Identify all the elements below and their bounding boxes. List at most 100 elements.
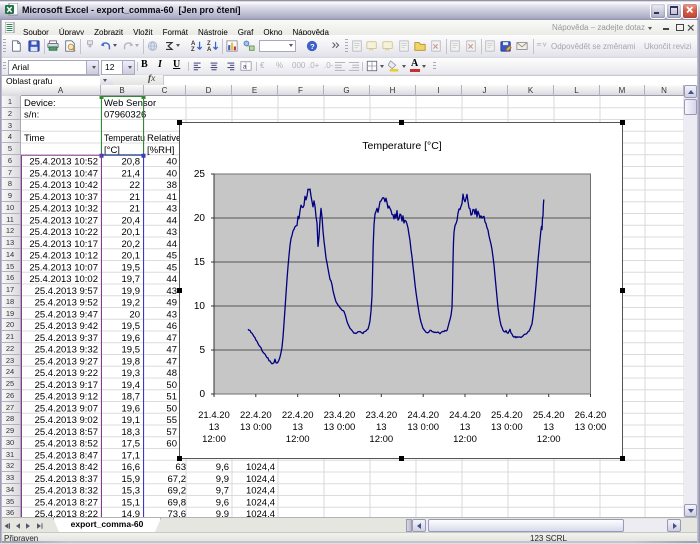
svg-text:25.4.2013 8:57: 25.4.2013 8:57 (35, 427, 98, 438)
svg-text:19,2: 19,2 (122, 298, 141, 309)
svg-text:25.4.2013 9:47: 25.4.2013 9:47 (35, 309, 98, 320)
svg-text:25.4.20: 25.4.20 (491, 410, 523, 421)
svg-text:40: 40 (166, 157, 177, 168)
svg-text:45: 45 (166, 262, 177, 273)
svg-text:22.4.20: 22.4.20 (282, 410, 314, 421)
svg-text:50: 50 (166, 403, 177, 414)
svg-text:44: 44 (166, 215, 177, 226)
svg-text:44: 44 (166, 274, 177, 285)
svg-text:19,1: 19,1 (122, 415, 141, 426)
svg-text:13: 13 (209, 422, 220, 433)
svg-text:[%RH]: [%RH] (147, 145, 174, 156)
svg-text:5: 5 (199, 345, 205, 356)
svg-text:22.4.20: 22.4.20 (240, 410, 272, 421)
svg-text:69,8: 69,8 (168, 497, 187, 508)
svg-text:20: 20 (129, 309, 140, 320)
svg-text:13 0:00: 13 0:00 (575, 422, 607, 433)
svg-text:1024,4: 1024,4 (246, 462, 275, 473)
svg-text:25.4.2013 10:47: 25.4.2013 10:47 (29, 168, 98, 179)
svg-text:Z: Z (191, 47, 195, 52)
svg-text:17,1: 17,1 (122, 450, 141, 461)
svg-text:19,6: 19,6 (122, 403, 141, 414)
svg-text:Temperature [°C]: Temperature [°C] (362, 140, 442, 152)
svg-text:19,5: 19,5 (122, 345, 141, 356)
svg-text:18,7: 18,7 (122, 392, 141, 403)
svg-text:Web Sensor: Web Sensor (104, 98, 156, 109)
svg-text:67,2: 67,2 (168, 474, 187, 485)
svg-text:25.4.2013 8:37: 25.4.2013 8:37 (35, 474, 98, 485)
svg-text:25.4.2013 9:02: 25.4.2013 9:02 (35, 415, 98, 426)
svg-text:25.4.2013 10:42: 25.4.2013 10:42 (29, 180, 98, 191)
svg-text:13 0:00: 13 0:00 (491, 422, 523, 433)
svg-text:15: 15 (194, 257, 206, 268)
svg-text:18,3: 18,3 (122, 427, 141, 438)
svg-text:19,5: 19,5 (122, 262, 141, 273)
svg-text:25: 25 (194, 169, 206, 180)
svg-text:40: 40 (166, 168, 177, 179)
svg-text:9,9: 9,9 (216, 474, 229, 485)
svg-text:25.4.2013 10:27: 25.4.2013 10:27 (29, 215, 98, 226)
svg-text:25.4.2013 9:27: 25.4.2013 9:27 (35, 356, 98, 367)
svg-text:07960326: 07960326 (104, 110, 146, 121)
svg-text:22: 22 (129, 180, 140, 191)
svg-text:47: 47 (166, 345, 177, 356)
svg-text:1024,4: 1024,4 (246, 474, 275, 485)
svg-text:60: 60 (166, 439, 177, 450)
svg-text:25.4.2013 8:27: 25.4.2013 8:27 (35, 497, 98, 508)
svg-text:21.4.20: 21.4.20 (198, 410, 230, 421)
svg-text:41: 41 (166, 192, 177, 203)
svg-text:12:00: 12:00 (202, 434, 226, 445)
svg-text:63: 63 (175, 462, 186, 473)
svg-text:20,1: 20,1 (122, 251, 141, 262)
svg-text:s/n:: s/n: (24, 110, 39, 121)
svg-text:13: 13 (543, 422, 554, 433)
svg-text:25.4.2013 9:52: 25.4.2013 9:52 (35, 298, 98, 309)
svg-text:43: 43 (166, 286, 177, 297)
svg-text:Device:: Device: (24, 98, 56, 109)
svg-text:16,6: 16,6 (122, 462, 141, 473)
svg-text:19,5: 19,5 (122, 321, 141, 332)
svg-text:25.4.2013 10:02: 25.4.2013 10:02 (29, 274, 98, 285)
svg-text:55: 55 (166, 415, 177, 426)
svg-text:25.4.2013 8:32: 25.4.2013 8:32 (35, 486, 98, 497)
svg-text:25.4.2013 8:47: 25.4.2013 8:47 (35, 450, 98, 461)
svg-text:43: 43 (166, 204, 177, 215)
svg-text:19,9: 19,9 (122, 286, 141, 297)
svg-text:a: a (243, 64, 247, 71)
svg-text:14,9: 14,9 (122, 509, 141, 517)
svg-text:25.4.2013 8:52: 25.4.2013 8:52 (35, 439, 98, 450)
svg-text:24.4.20: 24.4.20 (407, 410, 439, 421)
svg-text:1024,4: 1024,4 (246, 497, 275, 508)
svg-text:A: A (191, 41, 196, 47)
svg-text:24.4.20: 24.4.20 (449, 410, 481, 421)
svg-text:?: ? (310, 42, 315, 51)
svg-text:25.4.2013 9:17: 25.4.2013 9:17 (35, 380, 98, 391)
svg-text:25.4.2013 10:37: 25.4.2013 10:37 (29, 192, 98, 203)
svg-text:9,6: 9,6 (216, 462, 229, 473)
svg-text:21: 21 (129, 192, 140, 203)
svg-text:25.4.2013 9:22: 25.4.2013 9:22 (35, 368, 98, 379)
svg-text:38: 38 (166, 180, 177, 191)
svg-text:51: 51 (166, 392, 177, 403)
svg-text:12:00: 12:00 (453, 434, 477, 445)
svg-text:1024,4: 1024,4 (246, 486, 275, 497)
svg-text:25.4.2013 9:12: 25.4.2013 9:12 (35, 392, 98, 403)
svg-text:25.4.20: 25.4.20 (533, 410, 565, 421)
svg-text:12:00: 12:00 (369, 434, 393, 445)
svg-text:43: 43 (166, 309, 177, 320)
svg-text:26.4.20: 26.4.20 (575, 410, 607, 421)
svg-text:13 0:00: 13 0:00 (324, 422, 356, 433)
svg-text:A: A (207, 47, 212, 52)
svg-text:25.4.2013 8:42: 25.4.2013 8:42 (35, 462, 98, 473)
svg-text:25.4.2013 9:42: 25.4.2013 9:42 (35, 321, 98, 332)
svg-text:25.4.2013 10:32: 25.4.2013 10:32 (29, 204, 98, 215)
svg-text:47: 47 (166, 333, 177, 344)
svg-text:43: 43 (166, 227, 177, 238)
svg-text:20,1: 20,1 (122, 227, 141, 238)
svg-text:12:00: 12:00 (286, 434, 310, 445)
svg-text:19,7: 19,7 (122, 274, 141, 285)
svg-text:73,6: 73,6 (168, 509, 187, 517)
svg-text:0: 0 (199, 389, 205, 400)
svg-text:25.4.2013 10:12: 25.4.2013 10:12 (29, 251, 98, 262)
svg-text:Relative: Relative (147, 133, 181, 144)
